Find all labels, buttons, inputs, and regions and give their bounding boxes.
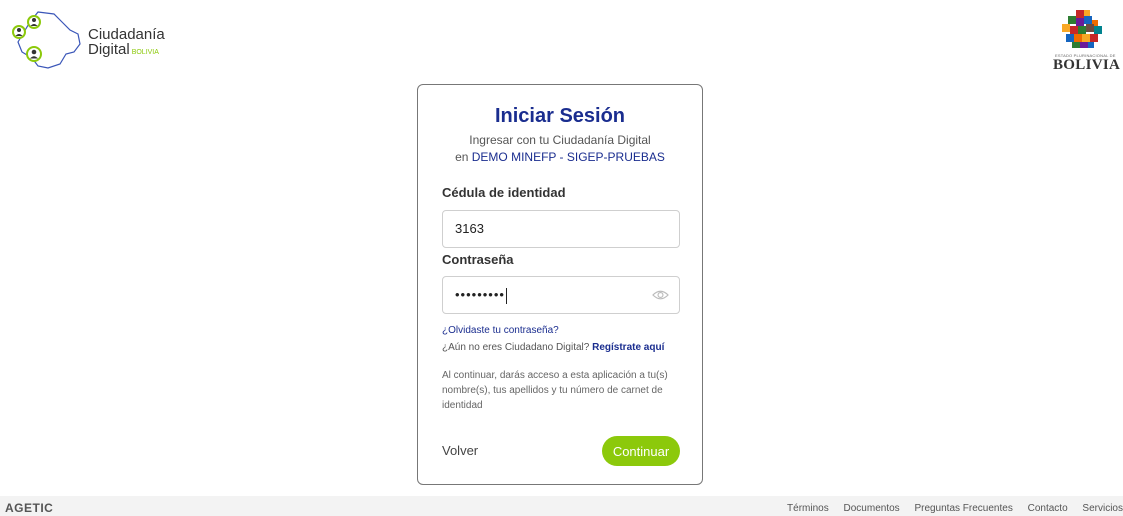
ci-value: 3163: [455, 221, 484, 236]
forgot-password-link[interactable]: ¿Olvidaste tu contraseña?: [442, 325, 559, 336]
app-prefix: en: [455, 150, 469, 164]
ci-label: Cédula de identidad: [442, 185, 566, 200]
bolivia-emblem-icon: [1062, 10, 1102, 48]
bolivia-logo-text: BOLIVIA: [1053, 57, 1121, 73]
page-title: Iniciar Sesión: [494, 105, 626, 127]
app-name: DEMO MINEFP - SIGEP-PRUEBAS: [471, 150, 665, 164]
footer: AGETIC Términos Documentos Preguntas Fre…: [0, 496, 1123, 516]
password-input[interactable]: •••••••••: [442, 276, 680, 314]
ci-input[interactable]: 3163: [442, 210, 680, 248]
password-value: •••••••••: [455, 287, 505, 302]
bolivia-map-icon: [12, 11, 81, 69]
back-link[interactable]: Volver: [442, 443, 478, 458]
brand-line1: Ciudadanía: [88, 26, 165, 43]
continue-button[interactable]: Continuar: [602, 436, 680, 466]
app-line: en DEMO MINEFP - SIGEP-PRUEBAS: [418, 150, 702, 164]
footer-links: Términos Documentos Preguntas Frecuentes…: [787, 503, 1123, 514]
password-label: Contraseña: [442, 252, 514, 267]
eye-icon[interactable]: [652, 288, 669, 302]
footer-link-contacto[interactable]: Contacto: [1028, 503, 1068, 514]
register-link[interactable]: Regístrate aquí: [592, 342, 664, 353]
consent-text: Al continuar, darás acceso a esta aplica…: [442, 370, 668, 411]
footer-link-terminos[interactable]: Términos: [787, 503, 829, 514]
footer-org: AGETIC: [5, 501, 54, 515]
bolivia-state-logo: ESTADO PLURINACIONAL DE BOLIVIA: [1050, 8, 1120, 74]
ciudadania-digital-logo[interactable]: Ciudadanía Digital BOLIVIA: [8, 8, 168, 72]
login-card: Iniciar Sesión Ingresar con tu Ciudadaní…: [417, 84, 703, 485]
register-line: ¿Aún no eres Ciudadano Digital? Regístra…: [442, 342, 664, 353]
brand-line2: Digital: [88, 41, 130, 58]
brand-tag: BOLIVIA: [131, 49, 159, 56]
footer-link-servicios[interactable]: Servicios: [1082, 503, 1123, 514]
text-caret: [505, 287, 507, 304]
register-prompt: ¿Aún no eres Ciudadano Digital?: [442, 342, 590, 353]
footer-link-documentos[interactable]: Documentos: [844, 503, 900, 514]
footer-link-preguntas[interactable]: Preguntas Frecuentes: [914, 503, 1012, 514]
login-subtitle: Ingresar con tu Ciudadanía Digital: [469, 133, 651, 147]
